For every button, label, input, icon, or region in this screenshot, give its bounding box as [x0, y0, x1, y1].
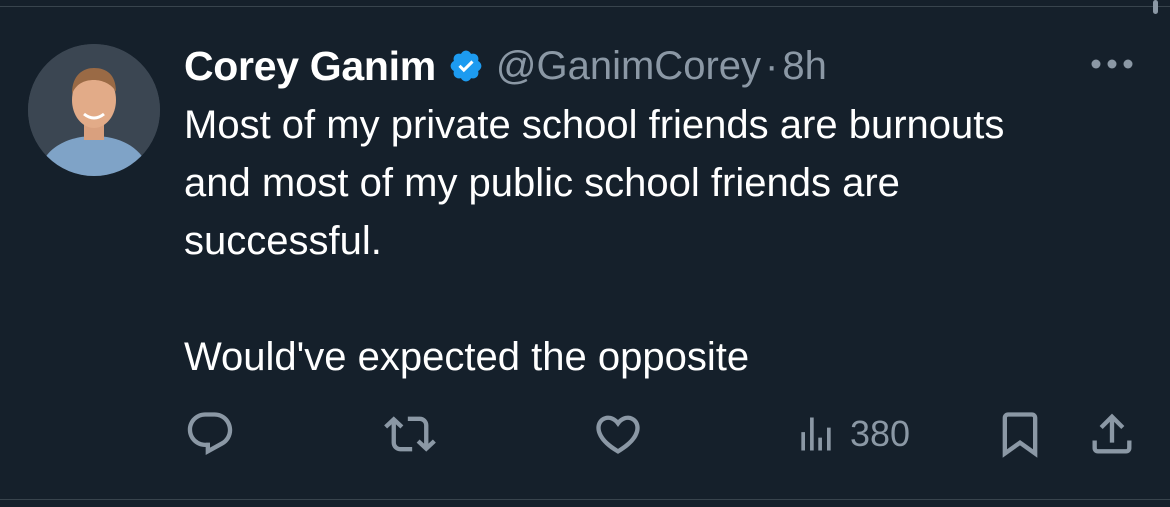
reply-icon — [187, 412, 233, 456]
tweet-text-line: Most of my private school friends are bu… — [184, 103, 1005, 147]
avatar-photo — [28, 44, 160, 176]
share-icon — [1092, 413, 1132, 454]
bookmark-icon — [1002, 412, 1038, 458]
tweet-actions: 380 — [0, 406, 1170, 462]
retweet-icon — [384, 416, 436, 452]
tweet-timestamp[interactable]: 8h — [782, 44, 827, 89]
views-count: 380 — [850, 413, 911, 454]
scroll-indicator[interactable] — [1153, 0, 1158, 14]
views-icon — [801, 417, 831, 451]
like-button[interactable] — [592, 406, 644, 462]
views-button[interactable]: 380 — [794, 406, 910, 462]
bookmark-button[interactable] — [994, 406, 1046, 462]
more-options-button[interactable] — [1084, 52, 1140, 76]
tweet-text-line: successful. — [184, 219, 382, 263]
more-options-icon — [1091, 59, 1133, 69]
share-button[interactable] — [1086, 406, 1138, 462]
author-handle[interactable]: @GanimCorey — [496, 44, 761, 89]
tweet-text-line: and most of my public school friends are — [184, 161, 900, 205]
avatar[interactable] — [28, 44, 160, 176]
tweet-text-line: Would've expected the opposite — [184, 335, 750, 379]
bottom-divider — [0, 499, 1170, 500]
tweet-header: Corey Ganim @GanimCorey · 8h — [184, 40, 827, 92]
verified-badge-icon[interactable] — [448, 48, 484, 84]
display-name[interactable]: Corey Ganim — [184, 43, 436, 90]
retweet-button[interactable] — [384, 406, 436, 462]
separator-dot: · — [765, 43, 779, 88]
top-divider — [0, 6, 1170, 7]
like-icon — [596, 415, 640, 454]
tweet-text: Most of my private school friends are bu… — [184, 96, 1144, 386]
reply-button[interactable] — [184, 406, 236, 462]
tweet-text-blank-line — [184, 270, 1144, 328]
